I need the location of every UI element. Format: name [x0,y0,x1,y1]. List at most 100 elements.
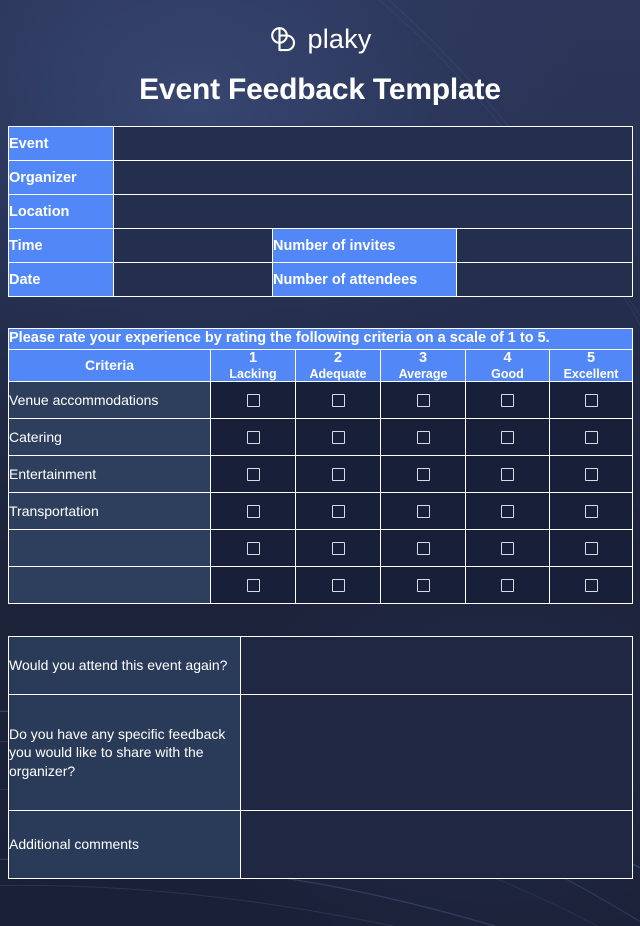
table-row [8,529,634,568]
scale-label-4: Good [491,366,524,381]
rating-cell-r5-c4[interactable] [465,566,550,605]
rating-cell-r0-c2[interactable] [295,381,381,420]
rating-cell-r4-c5[interactable] [548,529,634,568]
checkbox-icon[interactable] [246,430,260,444]
info-extra-value-3[interactable] [455,228,634,263]
rating-cell-r1-c1[interactable] [210,418,296,457]
checkbox-icon[interactable] [584,430,598,444]
rating-cell-r3-c5[interactable] [548,492,634,531]
rating-prompt: Please rate your experience by rating th… [7,328,634,350]
criteria-cell-0[interactable]: Venue accommodations [8,381,211,420]
rating-cell-r5-c5[interactable] [548,566,634,605]
criteria-cell-5[interactable] [8,566,211,605]
checkbox-icon[interactable] [416,467,430,481]
checkbox-icon[interactable] [331,430,345,444]
brand-logo: plaky [0,22,640,56]
info-extra-value-4[interactable] [455,262,634,297]
criteria-cell-2[interactable]: Entertainment [8,455,211,494]
table-row: Transportation [8,492,634,531]
checkbox-icon[interactable] [501,541,514,555]
scale-number-2: 2 [333,349,343,366]
scale-header-4: 4 Good [465,348,550,383]
table-row: Event [8,126,634,161]
table-row: Date Number of attendees [8,262,634,297]
info-label-0: Event [8,126,114,161]
criteria-header: Criteria [8,348,211,383]
rating-cell-r4-c3[interactable] [380,529,466,568]
info-value-2[interactable] [112,194,634,229]
rating-cell-r0-c4[interactable] [465,381,550,420]
checkbox-icon[interactable] [246,504,260,518]
checkbox-icon[interactable] [331,541,345,555]
scale-header-5: 5 Excellent [548,348,634,383]
checkbox-icon[interactable] [501,467,514,481]
info-extra-label-3: Number of invites [272,228,457,263]
rating-cell-r3-c2[interactable] [295,492,381,531]
scale-label-2: Adequate [309,366,367,381]
checkbox-icon[interactable] [246,578,260,592]
document-header: plaky Event Feedback Template [0,0,640,105]
rating-cell-r0-c5[interactable] [548,381,634,420]
info-label-4: Date [8,262,114,297]
criteria-cell-3[interactable]: Transportation [8,492,211,531]
event-info-rows: Event Organizer Location Time Number of invi… [8,126,634,297]
rating-cell-r1-c3[interactable] [380,418,466,457]
checkbox-icon[interactable] [246,467,260,481]
rating-cell-r4-c2[interactable] [295,529,381,568]
checkbox-icon[interactable] [501,504,514,518]
checkbox-icon[interactable] [584,541,598,555]
checkbox-icon[interactable] [584,578,598,592]
rating-cell-r3-c4[interactable] [465,492,550,531]
checkbox-icon[interactable] [416,430,430,444]
rating-cell-r4-c4[interactable] [465,529,550,568]
checkbox-icon[interactable] [416,578,430,592]
rating-cell-r3-c1[interactable] [210,492,296,531]
checkbox-icon[interactable] [584,504,598,518]
rating-cell-r2-c4[interactable] [465,455,550,494]
checkbox-icon[interactable] [501,393,514,407]
checkbox-icon[interactable] [246,541,260,555]
checkbox-icon[interactable] [584,393,598,407]
checkbox-icon[interactable] [584,467,598,481]
checkbox-icon[interactable] [416,393,430,407]
table-row: Venue accommodations [8,381,634,420]
rating-cell-r1-c4[interactable] [465,418,550,457]
checkbox-icon[interactable] [501,430,514,444]
rating-cell-r5-c1[interactable] [210,566,296,605]
info-value-0[interactable] [112,126,634,161]
checkbox-icon[interactable] [416,541,430,555]
info-value-1[interactable] [112,160,634,195]
checkbox-icon[interactable] [246,393,260,407]
question-answer-1[interactable] [240,694,633,812]
scale-header-2: 2 Adequate [295,348,381,383]
scale-label-1: Lacking [229,366,277,381]
rating-cell-r0-c3[interactable] [380,381,466,420]
info-value-3[interactable] [113,228,273,263]
rating-cell-r5-c2[interactable] [295,566,381,605]
checkbox-icon[interactable] [331,393,345,407]
rating-cell-r3-c3[interactable] [380,492,466,531]
info-value-4[interactable] [113,262,273,297]
question-answer-2[interactable] [240,810,633,880]
question-label-0: Would you attend this event again? [8,636,241,696]
rating-cell-r1-c5[interactable] [548,418,634,457]
criteria-cell-1[interactable]: Catering [8,418,211,457]
rating-cell-r5-c3[interactable] [380,566,466,605]
criteria-cell-4[interactable] [8,529,211,568]
rating-cell-r2-c1[interactable] [210,455,296,494]
checkbox-icon[interactable] [331,504,345,518]
questions-rows: Would you attend this event again? Do you… [8,636,633,880]
checkbox-icon[interactable] [331,578,345,592]
rating-cell-r4-c1[interactable] [210,529,296,568]
rating-cell-r0-c1[interactable] [210,381,296,420]
rating-cell-r1-c2[interactable] [295,418,381,457]
document-page: plaky Event Feedback Template Event Organ… [0,0,640,926]
rating-cell-r2-c5[interactable] [548,455,634,494]
question-answer-0[interactable] [240,636,633,696]
checkbox-icon[interactable] [416,504,430,518]
checkbox-icon[interactable] [331,467,345,481]
rating-cell-r2-c2[interactable] [295,455,381,494]
table-row: Time Number of invites [8,228,634,263]
checkbox-icon[interactable] [501,578,514,592]
rating-cell-r2-c3[interactable] [380,455,466,494]
